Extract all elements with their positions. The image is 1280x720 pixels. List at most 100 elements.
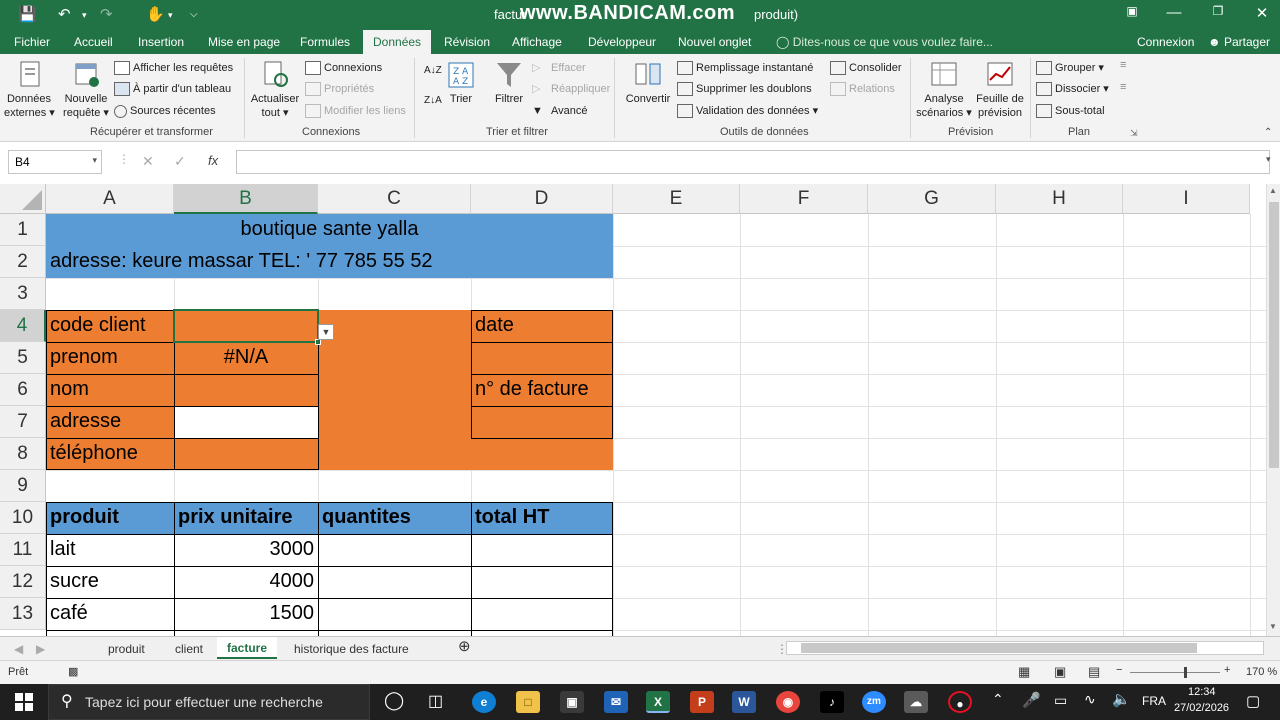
product-cell[interactable]: lait — [46, 534, 76, 565]
sort-za-button[interactable]: Z↓A — [424, 94, 442, 108]
column-header-d[interactable]: D — [471, 184, 613, 214]
sous-total-button[interactable]: Sous-total — [1036, 104, 1105, 119]
donnees-externes-button[interactable]: Données externes ▾ — [4, 60, 55, 120]
name-box-dropdown-icon[interactable]: ▾ — [92, 155, 97, 166]
bandicam-record-icon[interactable]: ● — [948, 691, 972, 713]
clock-time[interactable]: 12:34 — [1188, 686, 1216, 698]
adresse-label[interactable]: adresse — [46, 406, 121, 437]
tab-fichier[interactable]: Fichier — [14, 34, 50, 50]
tab-accueil[interactable]: Accueil — [74, 34, 113, 50]
actualiser-tout-button[interactable]: Actualiser tout ▾ — [248, 60, 302, 120]
redo-icon[interactable]: ↷ — [100, 4, 113, 26]
column-header-e[interactable]: E — [613, 184, 740, 214]
ribbon-display-icon[interactable]: ▣ — [1120, 4, 1144, 18]
row-header-5[interactable]: 5 — [0, 342, 46, 374]
minimize-icon[interactable]: — — [1162, 4, 1186, 21]
column-header-g[interactable]: G — [868, 184, 996, 214]
column-header-c[interactable]: C — [318, 184, 471, 214]
file-explorer-icon[interactable]: □ — [516, 691, 540, 713]
row-header-3[interactable]: 3 — [0, 278, 46, 310]
date-label[interactable]: date — [471, 310, 514, 341]
prenom-value-cell[interactable]: #N/A — [174, 342, 318, 373]
avance-button[interactable]: ▼ Avancé — [532, 104, 588, 118]
touch-dropdown-icon[interactable]: ▾ — [168, 4, 173, 26]
product-cell[interactable]: café — [46, 598, 88, 629]
convertir-button[interactable]: Convertir — [622, 60, 674, 106]
touch-mode-icon[interactable]: ✋ — [146, 4, 165, 26]
zoom-slider[interactable] — [1130, 672, 1220, 673]
insert-function-icon[interactable]: fx — [208, 153, 218, 168]
col-header-total[interactable]: total HT — [471, 502, 549, 533]
validation-dropdown-icon[interactable]: ▼ — [318, 324, 334, 340]
store-icon[interactable]: ▣ — [560, 691, 584, 713]
scroll-down-icon[interactable]: ▼ — [1269, 622, 1277, 631]
tab-affichage[interactable]: Affichage — [512, 34, 562, 50]
add-sheet-icon[interactable]: ⊕ — [458, 638, 471, 656]
effacer-button[interactable]: ▷ Effacer — [532, 61, 586, 75]
row-header-7[interactable]: 7 — [0, 406, 46, 438]
clock-date[interactable]: 27/02/2026 — [1174, 702, 1229, 714]
feuille-prevision-button[interactable]: Feuille de prévision — [974, 60, 1026, 120]
tiktok-icon[interactable]: ♪ — [820, 691, 844, 713]
normal-view-icon[interactable]: ▦ — [1018, 664, 1030, 680]
reappliquer-button[interactable]: ▷ Réappliquer — [532, 82, 610, 96]
tab-revision[interactable]: Révision — [444, 34, 490, 50]
proprietes-button[interactable]: Propriétés — [305, 82, 374, 97]
horizontal-scroll-thumb[interactable] — [801, 643, 1197, 653]
connexions-button[interactable]: Connexions — [305, 61, 382, 76]
excel-icon[interactable]: X — [646, 691, 670, 713]
telephone-label[interactable]: téléphone — [46, 438, 138, 469]
vertical-scrollbar[interactable]: ▲ ▼ — [1266, 184, 1280, 636]
language-indicator[interactable]: FRA — [1142, 694, 1166, 708]
price-cell[interactable]: 3000 — [174, 534, 318, 565]
row-header-2[interactable]: 2 — [0, 246, 46, 278]
sort-az-button[interactable]: A↓Z — [424, 64, 442, 78]
row-header-8[interactable]: 8 — [0, 438, 46, 470]
microphone-icon[interactable]: 🎤 — [1022, 691, 1041, 709]
zoom-out-icon[interactable]: − — [1116, 664, 1122, 676]
column-header-b[interactable]: B — [174, 184, 318, 214]
enter-icon[interactable]: ✓ — [174, 153, 186, 170]
formula-input[interactable] — [236, 150, 1270, 174]
selected-cell-b4[interactable] — [173, 309, 319, 343]
sheet-tab-produit[interactable]: produit — [108, 640, 145, 658]
notifications-icon[interactable]: ▢ — [1246, 692, 1260, 710]
zoom-app-icon[interactable]: zm — [862, 691, 886, 713]
mail-icon[interactable]: ✉ — [604, 691, 628, 713]
zoom-slider-thumb[interactable] — [1184, 667, 1187, 678]
tab-donnees[interactable]: Données — [363, 30, 432, 54]
remplissage-button[interactable]: Remplissage instantané — [677, 61, 813, 76]
scroll-up-icon[interactable]: ▲ — [1269, 186, 1277, 195]
cancel-icon[interactable]: ✕ — [142, 153, 154, 170]
zoom-in-icon[interactable]: + — [1224, 664, 1230, 676]
windows-start-icon[interactable] — [15, 693, 33, 711]
row-header-13[interactable]: 13 — [0, 598, 46, 630]
name-box[interactable]: B4 ▾ — [8, 150, 102, 174]
grouper-button[interactable]: Grouper ▾ — [1036, 61, 1104, 76]
collapse-ribbon-icon[interactable]: ⌃ — [1264, 126, 1272, 140]
consolider-button[interactable]: Consolider — [830, 61, 902, 76]
column-header-i[interactable]: I — [1123, 184, 1250, 214]
row-header-11[interactable]: 11 — [0, 534, 46, 566]
horizontal-scrollbar[interactable] — [786, 641, 1264, 655]
filtrer-button[interactable]: Filtrer — [490, 60, 528, 106]
share-button[interactable]: ☻ Partager — [1208, 34, 1270, 50]
battery-icon[interactable]: ▭ — [1054, 692, 1067, 709]
show-hidden-icons[interactable]: ⌃ — [992, 691, 1004, 708]
analyse-scenarios-button[interactable]: Analyse scénarios ▾ — [914, 60, 974, 120]
column-header-h[interactable]: H — [996, 184, 1123, 214]
volume-icon[interactable]: 🔈 — [1112, 690, 1131, 708]
page-layout-view-icon[interactable]: ▣ — [1054, 664, 1066, 680]
plan-dialog-launcher-icon[interactable]: ⇲ — [1130, 126, 1138, 140]
shop-title-cell[interactable]: boutique sante yalla — [46, 214, 613, 245]
sheet-tab-client[interactable]: client — [175, 640, 203, 658]
taskbar-search[interactable]: ⚲ Tapez ici pour effectuer une recherche — [48, 684, 370, 720]
price-cell[interactable]: 4000 — [174, 566, 318, 597]
task-view-icon[interactable]: ◫ — [428, 691, 443, 711]
cortana-icon[interactable]: ◯ — [384, 690, 404, 711]
select-all-corner[interactable] — [0, 184, 46, 214]
next-sheet-icon[interactable]: ▶ — [36, 640, 45, 658]
maximize-icon[interactable]: ❐ — [1206, 4, 1230, 18]
powerpoint-icon[interactable]: P — [690, 691, 714, 713]
tab-formules[interactable]: Formules — [300, 34, 350, 50]
